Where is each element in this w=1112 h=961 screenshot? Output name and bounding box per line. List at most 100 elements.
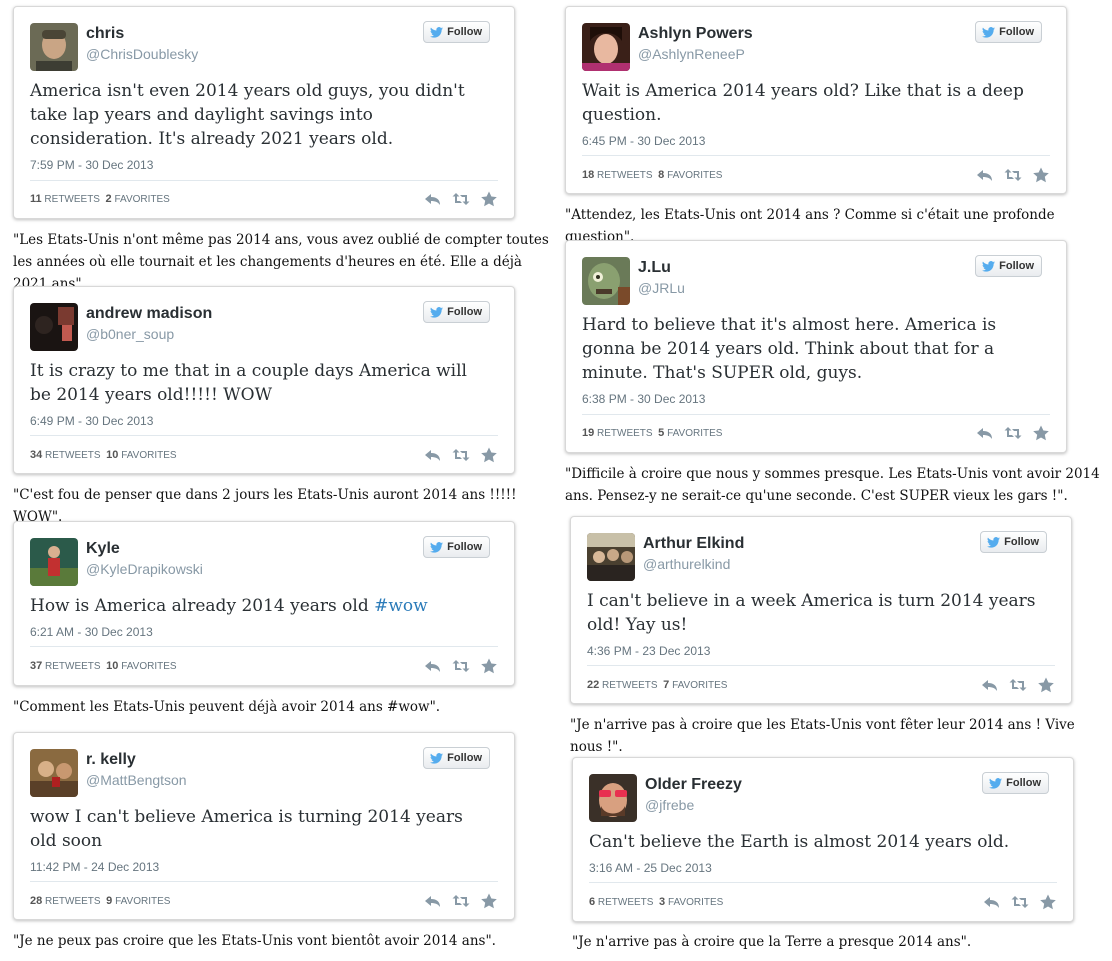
- tweet-timestamp[interactable]: 6:45 PM - 30 Dec 2013: [582, 134, 705, 148]
- divider: [30, 435, 498, 436]
- follow-button[interactable]: Follow: [975, 255, 1042, 277]
- display-name[interactable]: Older Freezy: [645, 776, 742, 794]
- retweet-icon[interactable]: [452, 893, 470, 909]
- tweet-timestamp[interactable]: 6:38 PM - 30 Dec 2013: [582, 392, 705, 406]
- favorite-icon[interactable]: [1032, 425, 1050, 441]
- retweet-count[interactable]: 22: [587, 679, 599, 691]
- follow-button[interactable]: Follow: [423, 301, 490, 323]
- display-name[interactable]: Arthur Elkind: [643, 535, 744, 553]
- favorite-icon[interactable]: [480, 447, 498, 463]
- reply-icon[interactable]: [424, 447, 442, 463]
- tweet-caption: "Je n'arrive pas à croire que les Etats-…: [570, 717, 1075, 755]
- retweet-icon[interactable]: [1009, 677, 1027, 693]
- follow-button[interactable]: Follow: [423, 21, 490, 43]
- tweet-text: Hard to believe that it's almost here. A…: [582, 315, 997, 383]
- avatar[interactable]: [30, 749, 78, 797]
- follow-button[interactable]: Follow: [423, 536, 490, 558]
- reply-icon[interactable]: [424, 658, 442, 674]
- display-name[interactable]: andrew madison: [86, 305, 212, 323]
- display-name[interactable]: chris: [86, 25, 124, 43]
- follow-button[interactable]: Follow: [423, 747, 490, 769]
- divider: [30, 881, 498, 882]
- tweet-stats: 37 RETWEETS 10 FAVORITES: [30, 660, 177, 672]
- tweet-text: How is America already 2014 years old #w…: [30, 594, 490, 618]
- tweet-text: Can't believe the Earth is almost 2014 y…: [589, 832, 1010, 852]
- user-handle[interactable]: @ChrisDoublesky: [86, 46, 198, 62]
- user-handle[interactable]: @jfrebe: [645, 797, 694, 813]
- retweets-label: RETWEETS: [45, 450, 101, 461]
- reply-icon[interactable]: [976, 425, 994, 441]
- reply-icon[interactable]: [424, 191, 442, 207]
- favorite-icon[interactable]: [1039, 894, 1057, 910]
- avatar[interactable]: [582, 23, 630, 71]
- user-handle[interactable]: @arthurelkind: [643, 556, 730, 572]
- reply-icon[interactable]: [424, 893, 442, 909]
- retweet-count[interactable]: 18: [582, 169, 594, 181]
- tweet-timestamp[interactable]: 11:42 PM - 24 Dec 2013: [30, 860, 159, 874]
- retweets-label: RETWEETS: [45, 896, 101, 907]
- tweet-timestamp[interactable]: 3:16 AM - 25 Dec 2013: [589, 861, 712, 875]
- retweet-icon[interactable]: [452, 191, 470, 207]
- retweet-count[interactable]: 11: [30, 193, 42, 205]
- retweet-count[interactable]: 28: [30, 895, 42, 907]
- retweet-count[interactable]: 6: [589, 896, 595, 908]
- follow-button[interactable]: Follow: [982, 772, 1049, 794]
- user-handle[interactable]: @JRLu: [638, 280, 685, 296]
- favorite-count[interactable]: 9: [106, 895, 112, 907]
- display-name[interactable]: Kyle: [86, 540, 120, 558]
- favorite-icon[interactable]: [1032, 167, 1050, 183]
- display-name[interactable]: r. kelly: [86, 751, 136, 769]
- twitter-bird-icon: [430, 306, 444, 318]
- reply-icon[interactable]: [983, 894, 1001, 910]
- favorite-icon[interactable]: [1037, 677, 1055, 693]
- follow-button[interactable]: Follow: [975, 21, 1042, 43]
- favorite-count[interactable]: 2: [106, 193, 112, 205]
- favorite-count[interactable]: 5: [658, 427, 664, 439]
- favorite-icon[interactable]: [480, 658, 498, 674]
- retweet-icon[interactable]: [1004, 167, 1022, 183]
- avatar[interactable]: [30, 303, 78, 351]
- avatar[interactable]: [582, 257, 630, 305]
- twitter-bird-icon: [982, 26, 996, 38]
- retweet-icon[interactable]: [1011, 894, 1029, 910]
- user-handle[interactable]: @KyleDrapikowski: [86, 561, 203, 577]
- avatar[interactable]: [587, 533, 635, 581]
- tweet-text-body: How is America already 2014 years old: [30, 596, 369, 616]
- retweet-icon[interactable]: [452, 447, 470, 463]
- avatar[interactable]: [30, 538, 78, 586]
- retweet-icon[interactable]: [1004, 425, 1022, 441]
- favorite-count[interactable]: 10: [106, 449, 118, 461]
- tweet-card: chris @ChrisDoublesky Follow America isn…: [13, 6, 515, 219]
- favorite-count[interactable]: 8: [658, 169, 664, 181]
- follow-button[interactable]: Follow: [980, 531, 1047, 553]
- display-name[interactable]: J.Lu: [638, 259, 671, 277]
- follow-label: Follow: [447, 306, 482, 318]
- user-handle[interactable]: @b0ner_soup: [86, 326, 174, 342]
- avatar[interactable]: [30, 23, 78, 71]
- favorite-icon[interactable]: [480, 893, 498, 909]
- tweet-timestamp[interactable]: 4:36 PM - 23 Dec 2013: [587, 644, 710, 658]
- retweet-count[interactable]: 37: [30, 660, 42, 672]
- reply-icon[interactable]: [981, 677, 999, 693]
- tweet-stats: 11 RETWEETS 2 FAVORITES: [30, 193, 170, 205]
- reply-icon[interactable]: [976, 167, 994, 183]
- retweet-count[interactable]: 19: [582, 427, 594, 439]
- user-handle[interactable]: @AshlynReneeP: [638, 46, 745, 62]
- tweet-actions: [424, 893, 498, 909]
- favorite-icon[interactable]: [480, 191, 498, 207]
- tweet-timestamp[interactable]: 6:49 PM - 30 Dec 2013: [30, 414, 153, 428]
- display-name[interactable]: Ashlyn Powers: [638, 25, 753, 43]
- avatar[interactable]: [589, 774, 637, 822]
- tweet-timestamp[interactable]: 6:21 AM - 30 Dec 2013: [30, 625, 153, 639]
- favorite-count[interactable]: 7: [663, 679, 669, 691]
- retweet-count[interactable]: 34: [30, 449, 42, 461]
- retweet-icon[interactable]: [452, 658, 470, 674]
- user-handle[interactable]: @MattBengtson: [86, 772, 187, 788]
- tweet-actions: [983, 894, 1057, 910]
- follow-label: Follow: [447, 541, 482, 553]
- hashtag-link[interactable]: #wow: [374, 596, 428, 616]
- tweet-stats: 28 RETWEETS 9 FAVORITES: [30, 895, 170, 907]
- favorite-count[interactable]: 10: [106, 660, 118, 672]
- favorite-count[interactable]: 3: [659, 896, 665, 908]
- tweet-timestamp[interactable]: 7:59 PM - 30 Dec 2013: [30, 158, 153, 172]
